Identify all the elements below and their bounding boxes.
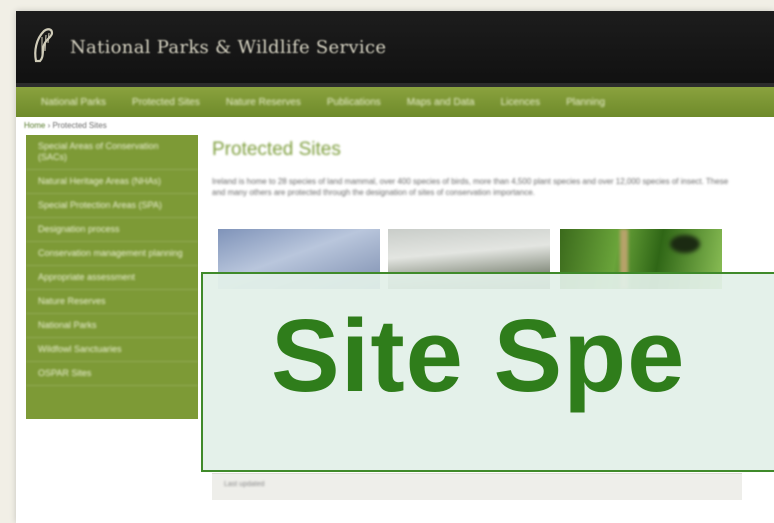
nav-item-maps-and-data[interactable]: Maps and Data: [394, 97, 488, 108]
photo-detail: [670, 235, 700, 253]
sidebar-item-national-parks[interactable]: National Parks: [26, 314, 198, 338]
site-title[interactable]: National Parks & Wildlife Service: [70, 37, 386, 58]
harp-icon[interactable]: [30, 27, 56, 63]
sidebar-item-sacs[interactable]: Special Areas of Conservation (SACs): [26, 135, 198, 170]
sidebar-nav: Special Areas of Conservation (SACs) Nat…: [26, 135, 198, 419]
breadcrumb: Home › Protected Sites: [24, 121, 107, 130]
nav-item-publications[interactable]: Publications: [314, 97, 394, 108]
sidebar-item-spa[interactable]: Special Protection Areas (SPA): [26, 194, 198, 218]
sidebar-item-ospar-sites[interactable]: OSPAR Sites: [26, 362, 198, 386]
intro-paragraph: Ireland is home to 28 species of land ma…: [212, 177, 729, 197]
sidebar-item-nhas[interactable]: Natural Heritage Areas (NHAs): [26, 170, 198, 194]
sidebar-item-nature-reserves[interactable]: Nature Reserves: [26, 290, 198, 314]
breadcrumb-current: Protected Sites: [52, 121, 107, 130]
nav-item-planning[interactable]: Planning: [553, 97, 618, 108]
content-footer: Last updated: [212, 473, 742, 500]
caption-text: Site Spe: [271, 298, 686, 413]
footer-text: Last updated: [224, 481, 265, 488]
sidebar-item-assessment[interactable]: Appropriate assessment: [26, 266, 198, 290]
sidebar-item-designation[interactable]: Designation process: [26, 218, 198, 242]
main-nav: National Parks Protected Sites Nature Re…: [16, 83, 774, 117]
nav-item-protected-sites[interactable]: Protected Sites: [119, 97, 213, 108]
nav-item-licences[interactable]: Licences: [488, 97, 553, 108]
site-header: National Parks & Wildlife Service: [16, 11, 774, 83]
sidebar-item-management-planning[interactable]: Conservation management planning: [26, 242, 198, 266]
page-title: Protected Sites: [212, 139, 341, 160]
nav-item-nature-reserves[interactable]: Nature Reserves: [213, 97, 314, 108]
breadcrumb-home-link[interactable]: Home: [24, 121, 45, 130]
caption-overlay: Site Spe: [201, 272, 774, 472]
nav-item-national-parks[interactable]: National Parks: [28, 97, 119, 108]
sidebar-item-wildfowl-sanctuaries[interactable]: Wildfowl Sanctuaries: [26, 338, 198, 362]
